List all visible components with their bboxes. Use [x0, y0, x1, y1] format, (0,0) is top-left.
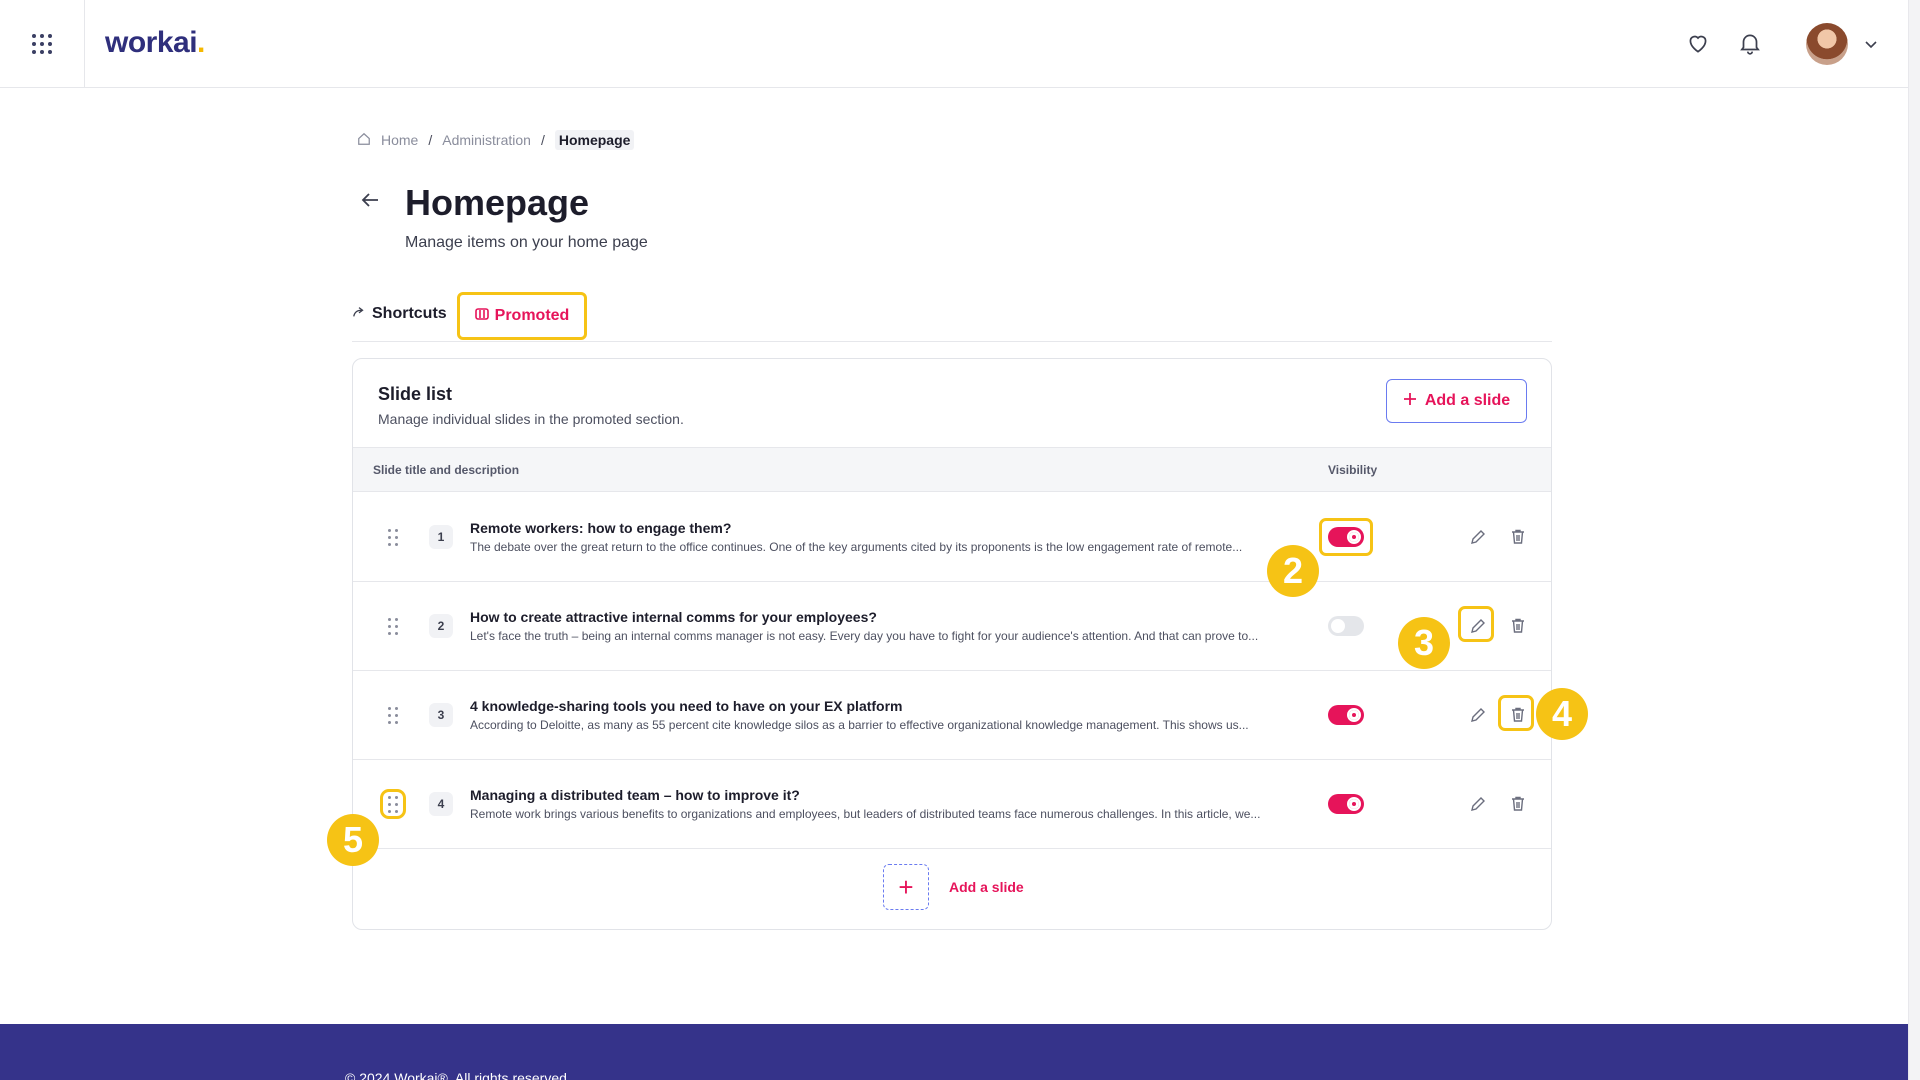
delete-trash-icon[interactable]	[1506, 703, 1530, 727]
slide-list-card: Slide list Manage individual slides in t…	[352, 358, 1552, 930]
apps-grid-icon	[32, 33, 52, 54]
footer: © 2024 Workai®. All rights reserved.	[0, 1024, 1908, 1080]
add-slide-bottom-label: Add a slide	[949, 879, 1024, 895]
annotation-badge-4: 4	[1536, 688, 1588, 740]
column-header-title: Slide title and description	[373, 463, 520, 477]
back-arrow-icon[interactable]	[358, 188, 386, 216]
breadcrumb: Home / Administration / Homepage	[357, 130, 635, 150]
drag-handle-icon[interactable]	[385, 705, 401, 725]
user-avatar[interactable]	[1806, 23, 1848, 65]
annotation-badge-3: 3	[1398, 617, 1450, 669]
add-slide-button[interactable]: Add a slide	[1386, 379, 1527, 423]
chevron-down-icon[interactable]	[1863, 36, 1879, 52]
edit-pencil-icon[interactable]	[1466, 614, 1490, 638]
tab-promoted-label: Promoted	[494, 307, 570, 324]
promoted-slides-icon	[474, 307, 489, 325]
slide-description: According to Deloitte, as many as 55 per…	[470, 718, 1249, 732]
share-arrow-icon	[352, 305, 366, 324]
tab-shortcuts-label: Shortcuts	[372, 305, 447, 322]
slide-title: Remote workers: how to engage them?	[470, 520, 732, 536]
visibility-toggle[interactable]	[1328, 527, 1364, 547]
workai-logo[interactable]: workai.	[105, 26, 205, 60]
edit-pencil-icon[interactable]	[1466, 525, 1490, 549]
breadcrumb-current: Homepage	[554, 130, 635, 150]
page-scrollbar[interactable]	[1908, 0, 1920, 1080]
annotation-badge-2: 2	[1267, 545, 1319, 597]
drag-handle-icon[interactable]	[380, 789, 406, 819]
breadcrumb-administration-link[interactable]: Administration	[442, 132, 531, 148]
slide-list-subtitle: Manage individual slides in the promoted…	[378, 411, 684, 427]
visibility-toggle[interactable]	[1328, 794, 1364, 814]
delete-trash-icon[interactable]	[1506, 792, 1530, 816]
table-header: Slide title and description Visibility	[353, 447, 1551, 492]
table-row: 3 4 knowledge-sharing tools you need to …	[353, 671, 1551, 760]
edit-pencil-icon[interactable]	[1466, 703, 1490, 727]
apps-menu-button[interactable]	[0, 0, 85, 87]
annotation-badge-5: 5	[327, 814, 379, 866]
breadcrumb-home-link[interactable]: Home	[381, 132, 418, 148]
page-title: Homepage	[405, 182, 590, 223]
plus-icon: +	[883, 864, 929, 910]
slide-number: 2	[429, 614, 453, 638]
slide-description: The debate over the great return to the …	[470, 540, 1243, 554]
slide-description: Let's face the truth – being an internal…	[470, 629, 1259, 643]
top-bar: workai.	[0, 0, 1908, 88]
visibility-toggle[interactable]	[1328, 705, 1364, 725]
slide-number: 1	[429, 525, 453, 549]
edit-pencil-icon[interactable]	[1466, 792, 1490, 816]
tab-bar: Shortcuts Promoted	[352, 288, 1552, 342]
delete-trash-icon[interactable]	[1506, 614, 1530, 638]
page-subtitle: Manage items on your home page	[405, 234, 648, 251]
plus-icon	[1403, 392, 1417, 411]
home-icon	[357, 132, 371, 149]
slide-title: Managing a distributed team – how to imp…	[470, 787, 800, 803]
slide-description: Remote work brings various benefits to o…	[470, 807, 1261, 821]
visibility-toggle[interactable]	[1328, 616, 1364, 636]
tab-shortcuts[interactable]: Shortcuts	[352, 288, 447, 340]
table-row: 4 Managing a distributed team – how to i…	[353, 760, 1551, 849]
slide-list-title: Slide list	[378, 384, 453, 404]
tab-promoted[interactable]: Promoted	[457, 292, 587, 340]
add-slide-bottom-button[interactable]: + Add a slide	[883, 864, 1024, 910]
slide-title: 4 knowledge-sharing tools you need to ha…	[470, 698, 903, 714]
breadcrumb-separator: /	[428, 132, 433, 148]
add-slide-button-label: Add a slide	[1424, 392, 1511, 409]
table-row: 2 How to create attractive internal comm…	[353, 582, 1551, 671]
drag-handle-icon[interactable]	[385, 527, 401, 547]
column-header-visibility: Visibility	[1328, 463, 1378, 477]
breadcrumb-separator: /	[540, 132, 545, 148]
delete-trash-icon[interactable]	[1506, 525, 1530, 549]
favorites-heart-icon[interactable]	[1685, 30, 1711, 56]
table-row: 1 Remote workers: how to engage them? Th…	[353, 493, 1551, 582]
slide-number: 4	[429, 792, 453, 816]
footer-copyright: © 2024 Workai®. All rights reserved.	[345, 1070, 571, 1080]
notifications-bell-icon[interactable]	[1737, 30, 1763, 56]
slide-title: How to create attractive internal comms …	[470, 609, 877, 625]
slide-number: 3	[429, 703, 453, 727]
drag-handle-icon[interactable]	[385, 616, 401, 636]
